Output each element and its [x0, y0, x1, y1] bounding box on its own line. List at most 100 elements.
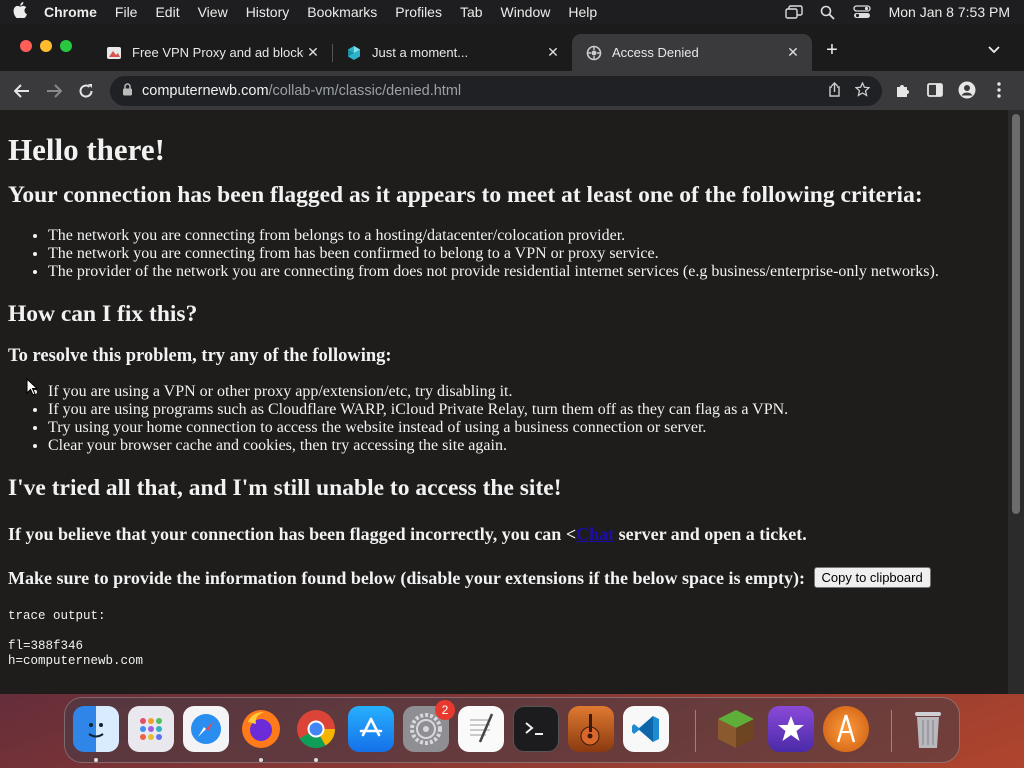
app-store-icon[interactable] [348, 706, 394, 752]
still-unable-heading: I've tried all that, and I'm still unabl… [8, 475, 562, 501]
fixes-list: If you are using a VPN or other proxy ap… [8, 383, 1000, 455]
tab-title: Just a moment... [372, 45, 469, 60]
trace-line: h=computernewb.com [8, 654, 144, 668]
vertical-scrollbar[interactable] [1008, 110, 1024, 694]
trace-output: trace output: fl=388f346 h=computernewb.co… [8, 609, 1000, 669]
url-host: computernewb.com [142, 83, 269, 99]
vertical-scrollbar-thumb[interactable] [1012, 114, 1020, 514]
resolve-heading: To resolve this problem, try any of the … [8, 346, 392, 366]
menu-file[interactable]: File [106, 4, 147, 20]
reload-icon[interactable] [70, 77, 102, 105]
imovie-icon[interactable] [768, 706, 814, 752]
tab-search-chevron-icon[interactable] [982, 38, 1006, 62]
menu-tab[interactable]: Tab [451, 4, 492, 20]
tab-close-icon[interactable]: ✕ [304, 44, 322, 61]
fix-heading: How can I fix this? [8, 301, 198, 327]
flagged-prefix: If you believe that your connection has … [8, 524, 577, 544]
dock-separator [891, 710, 892, 752]
dock-separator [695, 710, 696, 752]
tab-title: Free VPN Proxy and ad blocker [132, 45, 304, 60]
bookmark-star-icon[interactable] [854, 80, 871, 101]
tab-close-icon[interactable]: ✕ [544, 44, 562, 61]
browser-toolbar: computernewb.com/collab-vm/classic/denie… [0, 71, 1024, 110]
menu-bar: Chrome File Edit View History Bookmarks … [0, 0, 1024, 24]
dock: 2 [64, 697, 960, 763]
apple-menu-icon[interactable] [0, 2, 40, 22]
criteria-item: The provider of the network you are conn… [48, 263, 1000, 281]
flagged-suffix: server and open a ticket. [614, 524, 807, 544]
menu-edit[interactable]: Edit [146, 4, 188, 20]
fix-item: Try using your home connection to access… [48, 419, 1000, 437]
menu-history[interactable]: History [237, 4, 299, 20]
criteria-list: The network you are connecting from belo… [8, 227, 1000, 281]
more-menu-icon[interactable] [988, 79, 1010, 101]
finder-icon[interactable] [73, 706, 119, 752]
tab-strip: Free VPN Proxy and ad blocker ✕ Just a m… [0, 24, 1024, 71]
mouse-cursor-icon [26, 378, 38, 396]
system-settings-icon[interactable]: 2 [403, 700, 455, 752]
page-heading: Hello there! [8, 132, 165, 167]
trash-icon[interactable] [905, 706, 951, 752]
firefox-icon[interactable] [238, 706, 284, 752]
visual-studio-code-icon[interactable] [623, 706, 669, 752]
flagged-incorrectly-text: If you believe that your connection has … [8, 524, 1000, 545]
textedit-icon[interactable] [458, 706, 504, 752]
new-tab-plus-icon[interactable]: + [820, 38, 844, 62]
minecraft-icon[interactable] [713, 706, 759, 752]
page-viewport: Hello there! Your connection has been fl… [0, 110, 1008, 694]
menu-bookmarks[interactable]: Bookmarks [298, 4, 386, 20]
tab-close-icon[interactable]: ✕ [784, 44, 802, 61]
fix-item: If you are using a VPN or other proxy ap… [48, 383, 1000, 401]
instruments-icon[interactable] [823, 706, 869, 752]
running-indicator [259, 758, 263, 762]
tab-just-a-moment[interactable]: Just a moment... ✕ [332, 34, 572, 71]
notification-badge: 2 [435, 700, 455, 720]
url-path: /collab-vm/classic/denied.html [268, 83, 462, 99]
info-text: Make sure to provide the information fou… [8, 568, 810, 588]
lock-icon[interactable] [122, 82, 142, 100]
menu-help[interactable]: Help [559, 4, 606, 20]
cloudflare-favicon-icon [346, 45, 362, 61]
tab-access-denied[interactable]: Access Denied ✕ [572, 34, 812, 71]
criteria-heading: Your connection has been flagged as it a… [8, 182, 923, 208]
tab-free-vpn[interactable]: Free VPN Proxy and ad blocker ✕ [92, 34, 332, 71]
trace-label: trace output: [8, 609, 106, 623]
provide-info-text: Make sure to provide the information fou… [8, 567, 1000, 589]
toolbar-actions [892, 79, 1010, 101]
menubar-status-area: Mon Jan 8 7:53 PM [777, 0, 1024, 24]
terminal-icon[interactable] [513, 706, 559, 752]
menubar-clock[interactable]: Mon Jan 8 7:53 PM [879, 4, 1010, 20]
page-content: Hello there! Your connection has been fl… [0, 132, 1008, 669]
fix-item: Clear your browser cache and cookies, th… [48, 437, 1000, 455]
criteria-item: The network you are connecting from belo… [48, 227, 1000, 245]
control-center-icon[interactable] [845, 5, 879, 19]
criteria-item: The network you are connecting from has … [48, 245, 1000, 263]
fix-item: If you are using programs such as Cloudf… [48, 401, 1000, 419]
trace-line: fl=388f346 [8, 639, 84, 653]
chat-link[interactable]: Chat [576, 524, 614, 544]
chrome-icon[interactable] [293, 706, 339, 752]
garageband-icon[interactable] [568, 706, 614, 752]
launchpad-icon[interactable] [128, 706, 174, 752]
menu-window[interactable]: Window [492, 4, 560, 20]
browser-window: Free VPN Proxy and ad blocker ✕ Just a m… [0, 24, 1024, 694]
safari-icon[interactable] [183, 706, 229, 752]
side-panel-icon[interactable] [924, 79, 946, 101]
window-close-button[interactable] [20, 40, 32, 52]
spotlight-search-icon[interactable] [811, 5, 845, 20]
menu-app-name[interactable]: Chrome [40, 4, 106, 20]
share-icon[interactable] [828, 81, 841, 101]
window-minimize-button[interactable] [40, 40, 52, 52]
menu-view[interactable]: View [189, 4, 237, 20]
window-zoom-button[interactable] [60, 40, 72, 52]
extensions-puzzle-icon[interactable] [892, 79, 914, 101]
profile-avatar-icon[interactable] [956, 79, 978, 101]
menu-profiles[interactable]: Profiles [386, 4, 451, 20]
back-arrow-icon[interactable] [6, 77, 38, 105]
running-indicator [314, 758, 318, 762]
window-controls [20, 40, 72, 52]
screen-mirroring-icon[interactable] [777, 5, 811, 19]
address-bar[interactable]: computernewb.com/collab-vm/classic/denie… [110, 76, 882, 106]
forward-arrow-icon[interactable] [38, 77, 70, 105]
copy-to-clipboard-button[interactable]: Copy to clipboard [813, 567, 931, 588]
